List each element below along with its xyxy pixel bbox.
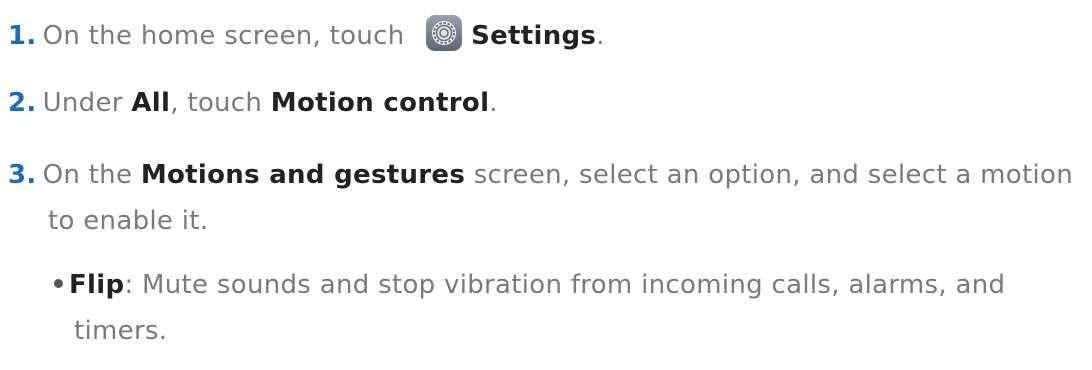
step-text: Under [42, 88, 132, 118]
settings-label: Settings [471, 21, 597, 51]
step-text-end: . [489, 88, 498, 118]
settings-gear-icon [425, 14, 463, 52]
bullet-flip-continuation: timers. [74, 316, 168, 346]
step-text: On the home screen, touch [42, 21, 414, 51]
step-1: 1. On the home screen, touch Settings. [8, 14, 605, 52]
step-text-mid: , touch [170, 88, 271, 118]
step-text: On the [42, 160, 141, 190]
step-3: 3. On the Motions and gestures screen, se… [8, 160, 1073, 190]
motion-control-label: Motion control [270, 88, 490, 118]
bullet-text: : Mute sounds and stop vibration from in… [124, 270, 1006, 300]
flip-label: Flip [69, 270, 125, 300]
bullet-flip: Flip: Mute sounds and stop vibration fro… [54, 270, 1005, 300]
bullet-dot-icon [54, 279, 63, 288]
step-text-end: . [596, 21, 605, 51]
step-number: 1. [8, 21, 37, 51]
step-3-continuation: to enable it. [48, 206, 209, 236]
step-2: 2. Under All, touch Motion control. [8, 88, 498, 118]
step-number: 2. [8, 88, 37, 118]
step-number: 3. [8, 160, 37, 190]
all-label: All [131, 88, 171, 118]
motions-and-gestures-label: Motions and gestures [140, 160, 466, 190]
step-text-end: screen, select an option, and select a m… [465, 160, 1074, 190]
